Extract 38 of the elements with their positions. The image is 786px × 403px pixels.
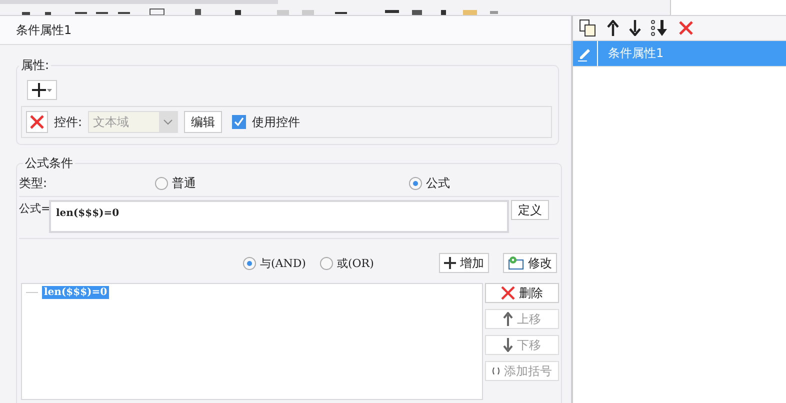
modify-button[interactable]: 修改 — [503, 253, 557, 273]
radio-option[interactable]: 普通 — [155, 174, 409, 192]
plus-icon — [31, 83, 53, 97]
group-label: 属性: — [20, 57, 50, 74]
arrow-up-icon[interactable] — [607, 20, 619, 36]
close-icon — [30, 115, 44, 129]
radio-button[interactable] — [155, 176, 168, 190]
radio-button[interactable] — [243, 256, 256, 270]
arrow-down-icon — [503, 338, 513, 352]
radio-option[interactable]: 公式 — [409, 174, 450, 192]
checkbox-label: 使用控件 — [252, 114, 300, 130]
add-button[interactable]: 增加 — [439, 253, 489, 273]
widget-label: 控件: — [54, 114, 82, 130]
formula-label: 公式= — [19, 201, 49, 216]
arrow-up-icon — [503, 312, 513, 326]
radio-button[interactable] — [320, 256, 333, 270]
input-field[interactable] — [670, 0, 786, 15]
define-button[interactable]: 定义 — [511, 200, 549, 220]
group-label: 公式条件 — [24, 155, 74, 172]
chevron-down-icon — [163, 119, 174, 125]
remove-button[interactable] — [26, 111, 48, 133]
move-bottom-icon[interactable] — [651, 20, 669, 36]
close-icon — [501, 286, 515, 300]
copy-icon[interactable] — [579, 19, 597, 37]
formula-field[interactable]: len($$$)=0 — [49, 200, 509, 233]
radio-button[interactable] — [409, 176, 422, 190]
dialog-title: 条件属性1 — [0, 16, 571, 45]
checkbox[interactable] — [232, 115, 246, 129]
radio-option[interactable]: 与(AND) — [243, 256, 306, 270]
radio-option[interactable]: 或(OR) — [320, 256, 374, 270]
arrow-down-icon[interactable] — [629, 20, 641, 36]
bracket-icon — [492, 366, 500, 376]
type-label: 类型: — [19, 174, 48, 192]
plus-icon — [444, 257, 456, 269]
add-dropdown-button[interactable] — [27, 80, 57, 100]
delete-icon[interactable] — [679, 21, 693, 35]
edit-button[interactable]: 编辑 — [184, 111, 222, 133]
action-button[interactable]: 删除 — [485, 283, 559, 303]
